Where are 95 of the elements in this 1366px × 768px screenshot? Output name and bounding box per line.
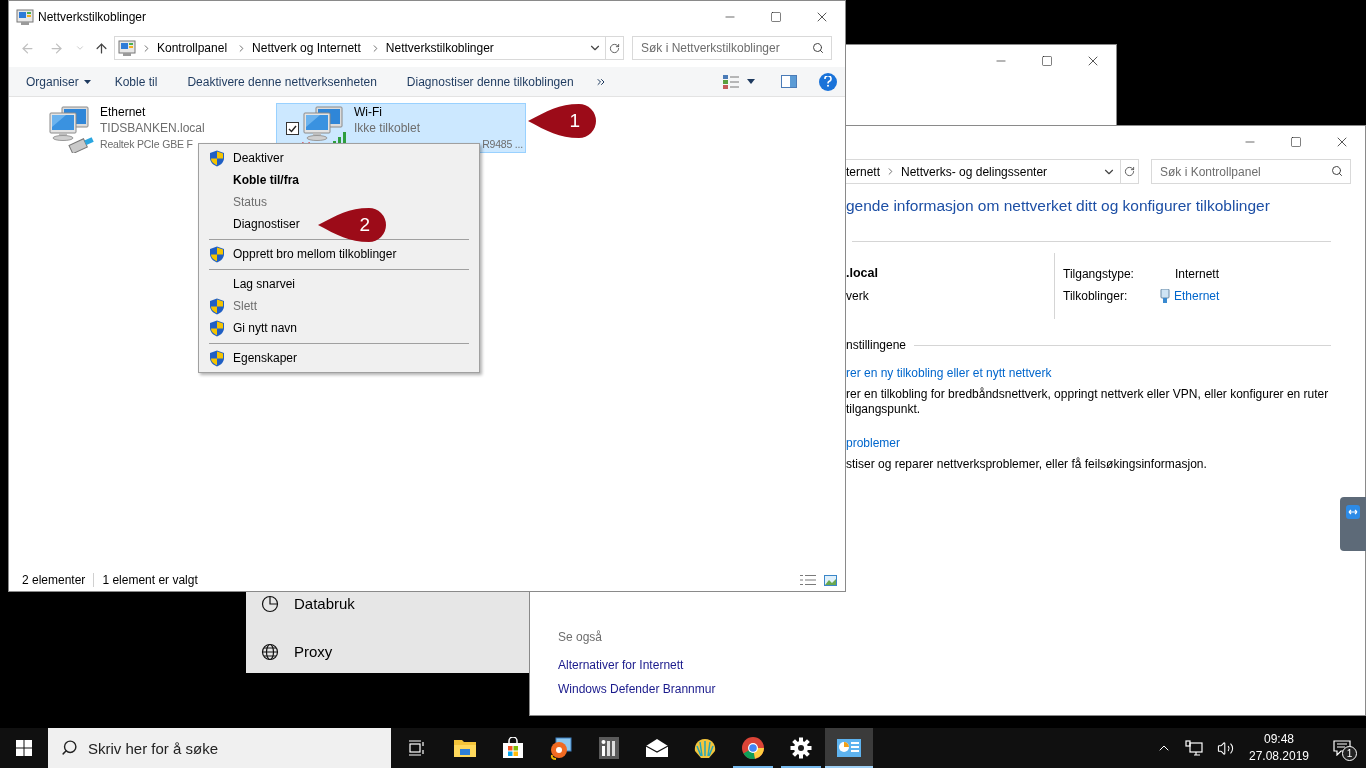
question-mark-icon [824,76,832,87]
see-also-link[interactable]: Alternativer for Internett [558,653,684,677]
see-also-link[interactable]: Windows Defender Brannmur [558,677,716,701]
maximize-icon [770,11,782,23]
shield-icon [209,319,225,337]
preview-pane-icon [781,75,797,88]
control-panel-icon [836,738,862,758]
menu-item[interactable]: Lag snarvei [199,273,479,295]
search-field[interactable]: Søk i Nettverkstilkoblinger [632,36,832,60]
see-also-heading: Se også [558,629,604,646]
search-icon [812,42,824,54]
search-icon [1331,165,1343,177]
menu-item[interactable]: Opprett bro mellom tilkoblinger [199,243,479,265]
chevron-down-icon [75,43,85,53]
message-icon [1333,740,1351,756]
view-options-icon [723,74,739,89]
arrows-icon [1346,505,1360,519]
shield-icon [209,297,225,315]
maximize-icon [1290,136,1302,148]
menu-item[interactable]: Koble til/fra [199,169,479,191]
connection-status: Ikke tilkoblet [354,120,422,136]
checkbox[interactable] [286,122,299,135]
envelope-icon [645,738,669,758]
settings-icon [790,737,812,759]
refresh-icon [609,42,620,54]
shield-icon [209,149,225,167]
maximize-icon [1041,55,1053,67]
item-count: 2 elementer [22,572,86,589]
refresh-button[interactable] [606,36,624,60]
field-label: Tilgangstype: [1063,266,1134,284]
connection-device: Realtek PCIe GBE F [100,137,194,152]
menu-item[interactable]: Gi nytt navn [199,317,479,339]
connection-name: Ethernet [100,104,147,120]
settings-nav-item[interactable]: Databruk [246,592,529,616]
connection-status: TIDSBANKEN.local [100,120,205,136]
details-view-icon[interactable] [800,574,816,586]
shell-icon [693,736,717,760]
field-label: Tilkoblinger: [1063,288,1128,306]
notification-count-badge: 1 [1342,746,1357,761]
search-field[interactable]: Søk i Kontrollpanel [1151,159,1351,184]
breadcrumb[interactable]: Nettverk og Internett [252,39,361,57]
control-panel-icon [16,8,34,26]
network-monitor-icon [1185,740,1203,756]
address-bar[interactable]: Kontrollpanel Nettverk og Internett Nettverkstilkoblinger [114,36,606,60]
network-type: verk [846,288,870,305]
toolbar-button[interactable]: Koble til [99,66,173,97]
checkmark-icon [288,124,297,133]
paint-icon [549,736,573,760]
task-link[interactable]: rer en ny tilkobling eller et nytt nettverk [846,364,1052,383]
task-link[interactable]: problemer [846,434,901,453]
window-title: Nettverkstilkoblinger [38,9,147,26]
breadcrumb[interactable]: Nettverkstilkoblinger [385,39,494,57]
clock-button[interactable]: 09:48 27.08.2019 [1240,728,1318,768]
toolbar-button[interactable]: Diagnostiser denne tilkoblingen [391,66,589,97]
field-value: Internett [1175,266,1220,284]
task-description: rer en tilkobling for bredbåndsnettverk, oppringt nettverk eller VPN, eller konfigurer en ruter tilgangspunkt. [846,387,1330,418]
toolbar-menu-button[interactable]: Organiser [17,66,100,97]
task-description: stiser og reparer nettverksproblemer, eller få feilsøkingsinformasjon. [846,457,1208,473]
connection-link[interactable]: Ethernet [1174,287,1220,306]
connection-name: Wi-Fi [354,104,383,120]
browser-icon [741,736,765,760]
side-tab[interactable] [1340,497,1366,551]
network-name: .local [846,265,879,283]
search-icon [61,739,78,756]
taskbar-search-field[interactable]: Skriv her for å søke [48,728,391,768]
forward-arrow-icon [48,40,64,56]
taskbar-app-button[interactable] [825,728,873,768]
calculator-icon [598,736,620,760]
help-button[interactable] [819,72,837,91]
toolbar-button[interactable]: Deaktivere denne nettverksenheten [172,66,392,97]
address-bar[interactable]: ternett Nettverks- og delingssenter [846,159,1121,184]
shield-icon [209,245,225,263]
shopping-bag-icon [502,737,524,759]
page-heading: gende informasjon om nettverket ditt og konfigurer tilkoblinger [846,196,1271,216]
menu-item[interactable]: Egenskaper [199,347,479,369]
selection-count: 1 element er valgt [102,572,198,589]
notifications-button[interactable]: 1 [1318,728,1366,768]
folder-icon [453,737,477,759]
pie-chart-icon [261,595,279,613]
settings-nav-item[interactable]: Proxy [246,640,529,664]
speaker-icon [1216,739,1234,757]
shield-icon [209,349,225,367]
ethernet-plug-icon [1160,289,1170,304]
connection-device: R9485 ... [482,137,523,152]
caret-icon [83,79,91,84]
refresh-icon [1124,166,1135,177]
section-heading: nstillingene [846,337,907,355]
task-view-icon [408,740,426,756]
control-panel-icon [118,39,136,57]
windows-logo-icon [16,740,32,756]
globe-icon [261,643,279,661]
breadcrumb[interactable]: Kontrollpanel [157,39,228,57]
large-icons-view-icon[interactable] [824,574,837,586]
refresh-button[interactable] [1121,159,1139,184]
caret-icon [747,79,755,84]
